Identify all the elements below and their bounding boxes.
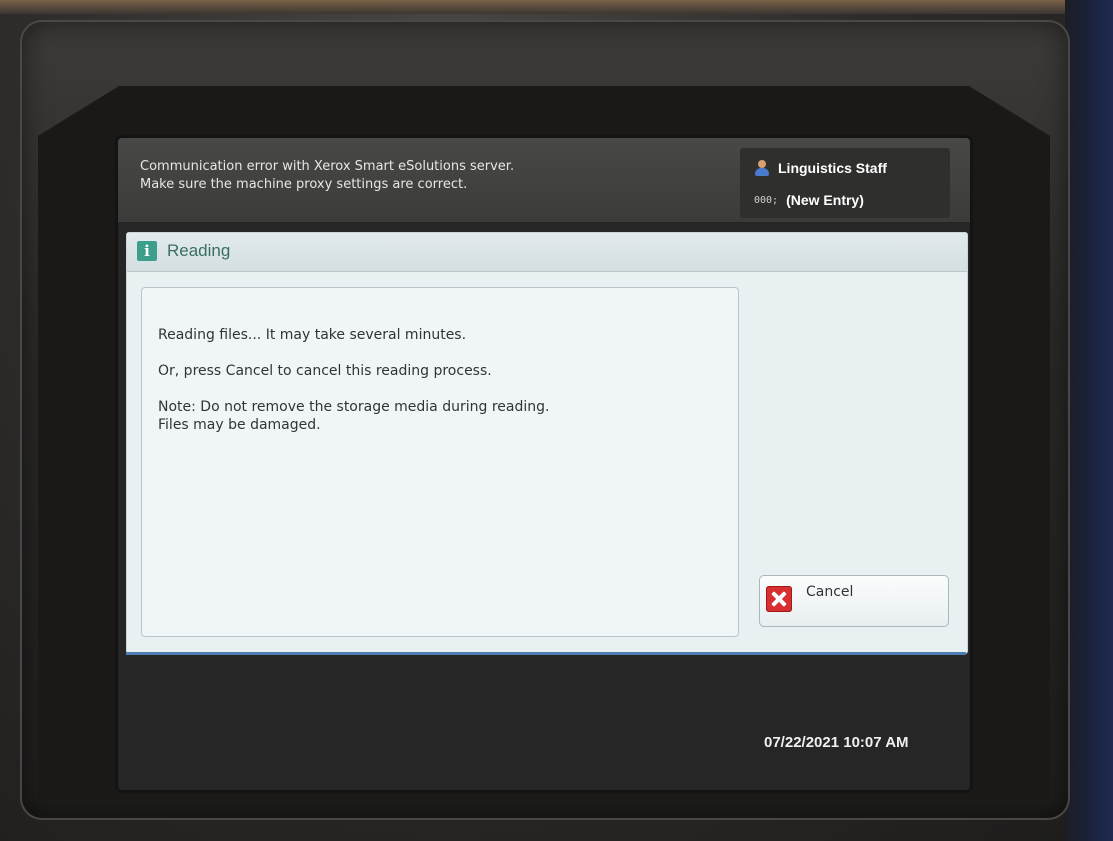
user-icon <box>754 160 770 176</box>
date-time: 07/22/2021 10:07 AM <box>764 734 909 751</box>
account-number-icon: 000; <box>754 194 779 206</box>
dialog-title: Reading <box>167 241 231 260</box>
account-row: 000; (New Entry) <box>754 192 864 208</box>
close-icon <box>766 586 792 612</box>
message-paragraph-cancel: Or, press Cancel to cancel this reading … <box>158 363 492 379</box>
note-line-1: Note: Do not remove the storage media du… <box>158 399 550 415</box>
system-message: Communication error with Xerox Smart eSo… <box>140 158 740 194</box>
touch-screen: Communication error with Xerox Smart eSo… <box>118 138 970 790</box>
dialog-accent-strip <box>126 652 966 655</box>
message-paragraph-reading: Reading files... It may take several min… <box>158 327 467 343</box>
dialog-header: i Reading <box>127 233 967 272</box>
user-row: Linguistics Staff <box>754 160 887 176</box>
system-message-line-2: Make sure the machine proxy settings are… <box>140 177 468 192</box>
user-login-panel[interactable]: Linguistics Staff 000; (New Entry) <box>740 148 950 218</box>
reading-dialog: i Reading Reading files... It may take s… <box>126 232 968 654</box>
note-line-2: Files may be damaged. <box>158 417 321 433</box>
message-text: Reading files... It may take several min… <box>158 326 718 434</box>
background-edge <box>0 0 1113 14</box>
account-label: (New Entry) <box>786 192 864 208</box>
info-icon: i <box>137 241 157 261</box>
message-note: Note: Do not remove the storage media du… <box>158 398 718 434</box>
user-name: Linguistics Staff <box>778 160 887 176</box>
printer-control-panel: Communication error with Xerox Smart eSo… <box>0 0 1113 841</box>
cancel-button-label: Cancel <box>806 584 854 600</box>
device-side-trim <box>1065 0 1113 841</box>
message-box: Reading files... It may take several min… <box>141 287 739 637</box>
system-message-line-1: Communication error with Xerox Smart eSo… <box>140 159 515 174</box>
status-bar: Communication error with Xerox Smart eSo… <box>118 138 970 222</box>
cancel-button[interactable]: Cancel <box>759 575 949 627</box>
